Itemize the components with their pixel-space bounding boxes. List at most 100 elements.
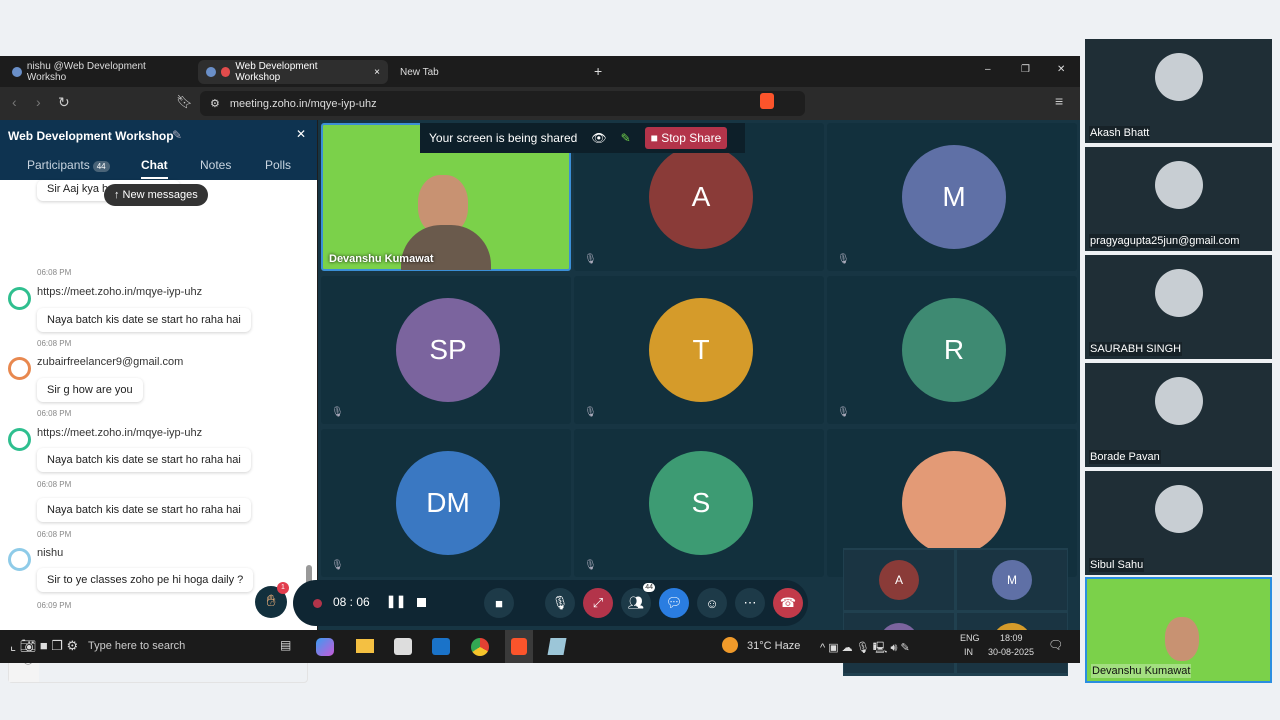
file-explorer-icon[interactable]	[356, 639, 374, 653]
camera-button[interactable]: ■	[484, 588, 514, 618]
avatar	[8, 428, 31, 451]
participant-tile-self[interactable]: Devanshu Kumawat	[1085, 577, 1272, 683]
mic-off-icon: 🎙︎	[584, 560, 597, 571]
raise-hand-button[interactable]: ✋︎ 1	[255, 582, 289, 618]
taskbar: ⌞ 📷︎ ■ ❐ ⚙ Type here to search ▤ 31°C Ha…	[0, 630, 1080, 663]
more-button[interactable]: ⋯	[735, 588, 765, 618]
brave-shield-icon[interactable]	[760, 93, 774, 109]
participant-avatar: A	[649, 145, 753, 249]
message-time: 06:08 PM	[37, 339, 72, 348]
minimize-button[interactable]: –	[985, 64, 991, 75]
participant-avatar: A	[879, 560, 919, 600]
clock-time[interactable]: 18:09	[1000, 633, 1023, 643]
avatar	[8, 548, 31, 571]
chat-panel: Web Development Workshop ✎ ✕ Participant…	[0, 120, 317, 683]
participant-avatar: S	[649, 451, 753, 555]
store-icon[interactable]	[394, 638, 412, 655]
site-settings-icon[interactable]: ⚙	[210, 97, 220, 110]
chat-button[interactable]: 💬︎	[659, 588, 689, 618]
avatar	[8, 287, 31, 310]
video-tile[interactable]: M 🎙︎	[827, 123, 1077, 271]
mic-off-icon: 🎙︎	[837, 407, 850, 418]
language-indicator[interactable]: ENG	[960, 633, 980, 643]
close-window-button[interactable]: ✕	[1057, 64, 1065, 75]
brave-taskbar-icon[interactable]	[505, 630, 533, 663]
stop-share-control[interactable]: ⤢	[583, 588, 613, 618]
tab-notes[interactable]: Notes	[200, 158, 231, 172]
clock-date[interactable]: 30-08-2025	[988, 647, 1034, 657]
participant-name: SAURABH SINGH	[1089, 342, 1183, 356]
hide-icon[interactable]: 👁︎	[591, 131, 606, 145]
url-field[interactable]: ⚙ meeting.zoho.in/mqye-iyp-uhz	[200, 91, 805, 116]
stop-share-button[interactable]: ■ Stop Share	[644, 127, 728, 149]
new-tab-button[interactable]: +	[594, 63, 602, 79]
chat-message: Sir g how are you	[37, 378, 143, 402]
tab-participants[interactable]: Participants 44	[27, 158, 110, 172]
copilot-icon[interactable]	[316, 638, 334, 656]
app-icon[interactable]	[547, 638, 567, 655]
forward-icon[interactable]: ›	[36, 94, 41, 110]
reactions-button[interactable]: ☺	[697, 588, 727, 618]
pause-recording-button[interactable]: ❚❚	[386, 594, 406, 608]
raise-hand-badge: 1	[277, 582, 289, 594]
video-tile[interactable]: T 🎙︎	[574, 276, 824, 424]
tab-chat[interactable]: Chat	[141, 158, 168, 179]
bookmark-icon[interactable]: 🔖︎	[176, 94, 193, 110]
notifications-icon[interactable]: 🗨︎	[1048, 638, 1063, 652]
weather-text[interactable]: 31°C Haze	[747, 640, 800, 652]
participants-button[interactable]: 👥︎ 44	[621, 583, 655, 618]
tray-icons[interactable]: ^ ▣ ☁ 🎙︎ 🖳 🔊︎ ✎	[820, 639, 910, 658]
participant-tile[interactable]: SAURABH SINGH	[1085, 255, 1272, 359]
video-tile[interactable]: R 🎙︎	[827, 276, 1077, 424]
mic-off-icon: 🎙︎	[584, 407, 597, 418]
new-messages-button[interactable]: ↑ New messages	[104, 184, 208, 206]
stop-recording-button[interactable]	[417, 598, 426, 607]
outlook-icon[interactable]	[432, 638, 450, 655]
close-tab-button[interactable]: ×	[374, 67, 380, 78]
video-person	[1165, 617, 1199, 661]
avatar	[8, 357, 31, 380]
video-tile[interactable]: S 🎙︎	[574, 429, 824, 577]
mini-tile[interactable]: A	[844, 550, 954, 610]
taskbar-search[interactable]: Type here to search	[88, 640, 185, 652]
participant-avatar	[902, 451, 1006, 555]
tab-new[interactable]: New Tab	[392, 60, 447, 84]
tab-nishu[interactable]: nishu @Web Development Worksho	[4, 60, 194, 84]
video-grid: Devanshu Kumawat A 🎙︎ M 🎙︎ SP 🎙︎ T 🎙︎ R 🎙︎ DM…	[318, 120, 1080, 676]
meeting-controls: 08 : 06 ❚❚ ■ 🎙︎ ⤢ 👥︎ 44 💬︎ ☺ ⋯ ☎︎	[293, 580, 808, 626]
message-sender: nishu	[37, 547, 64, 559]
participant-tile[interactable]: Sibul Sahu	[1085, 471, 1272, 575]
annotate-icon[interactable]: ✎	[621, 131, 631, 145]
participant-name: Devanshu Kumawat	[1091, 664, 1192, 678]
task-view-icon[interactable]: ▤	[280, 638, 291, 652]
edit-icon[interactable]: ✎	[172, 128, 182, 142]
participant-tile[interactable]: pragyagupta25jun@gmail.com	[1085, 147, 1272, 251]
back-icon[interactable]: ‹	[12, 94, 17, 110]
leave-call-button[interactable]: ☎︎	[773, 588, 803, 618]
zoho-icon	[206, 67, 216, 77]
mini-tile[interactable]: M	[957, 550, 1067, 610]
video-tile[interactable]: SP 🎙︎	[321, 276, 571, 424]
recording-dot-icon	[313, 599, 322, 608]
tab-workshop[interactable]: Web Development Workshop ×	[198, 60, 388, 84]
participant-tile[interactable]: Borade Pavan	[1085, 363, 1272, 467]
reload-icon[interactable]: ↻	[58, 94, 70, 111]
chat-message: Naya batch kis date se start ho raha hai	[37, 498, 251, 522]
close-panel-button[interactable]: ✕	[296, 127, 306, 141]
video-tile[interactable]: DM 🎙︎	[321, 429, 571, 577]
meeting-title: Web Development Workshop	[8, 129, 174, 143]
menu-icon[interactable]: ≡	[1055, 93, 1063, 109]
mic-button[interactable]: 🎙︎	[545, 588, 575, 618]
participant-name: Sibul Sahu	[1089, 558, 1145, 572]
participant-avatar: M	[992, 560, 1032, 600]
message-sender: zubairfreelancer9@gmail.com	[37, 356, 184, 368]
mic-off-icon: 🎙︎	[837, 254, 850, 265]
tab-polls[interactable]: Polls	[265, 158, 291, 172]
participant-count-badge: 44	[92, 161, 110, 172]
capture-tools-icon[interactable]: ⌞ 📷︎ ■ ❐ ⚙	[10, 638, 78, 654]
chat-message: Naya batch kis date se start ho raha hai	[37, 448, 251, 472]
chat-scrollbar[interactable]	[306, 180, 312, 610]
maximize-button[interactable]: ❐	[1021, 64, 1030, 75]
participant-tile[interactable]: Akash Bhatt	[1085, 39, 1272, 143]
chrome-icon[interactable]	[471, 638, 489, 656]
